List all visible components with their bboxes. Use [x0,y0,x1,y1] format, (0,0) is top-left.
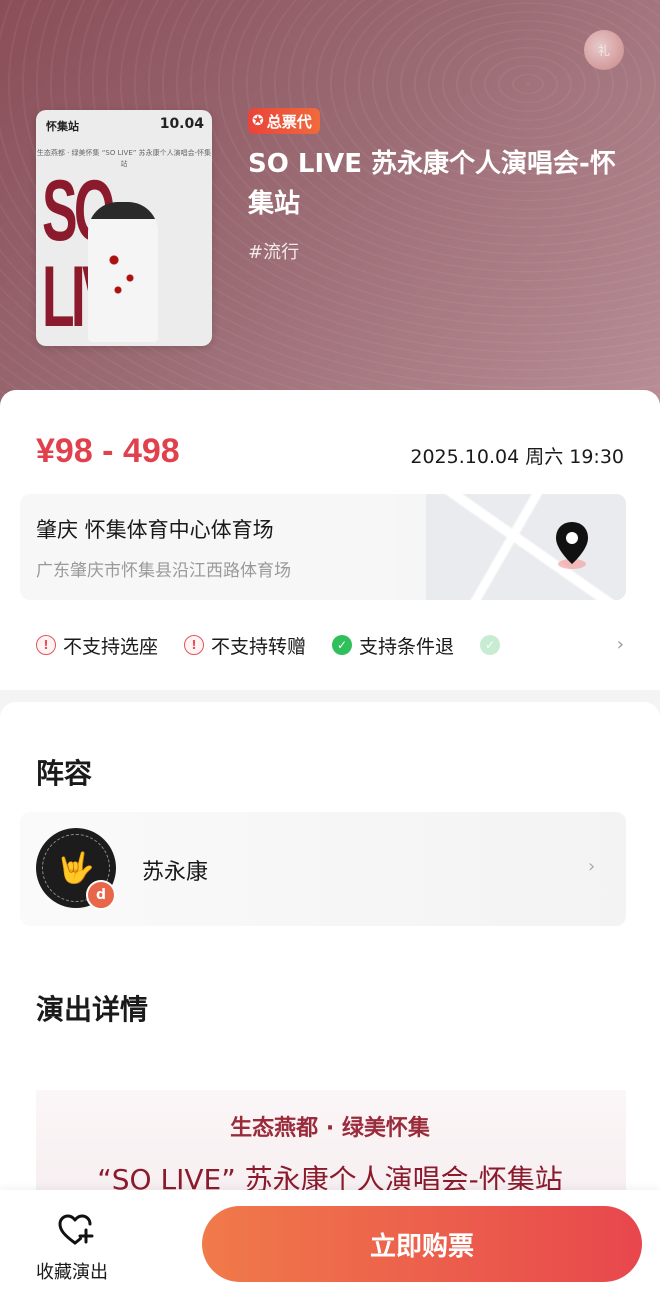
warning-icon: ! [36,635,56,655]
policy-no-transfer: ! 不支持转赠 [184,632,306,659]
artist-chevron-right-icon[interactable]: › [588,856,595,877]
buy-now-button[interactable]: 立即购票 [202,1206,642,1282]
venue-card[interactable] [20,494,626,600]
venue-map-thumbnail [426,494,626,600]
policy-more: ✓ [480,635,501,655]
policy-row[interactable]: ! 不支持选座 ! 不支持转赠 ✓ 支持条件退 ✓ [36,630,626,660]
venue-name: 肇庆 怀集体育中心体育场 [36,518,274,542]
policy-label: 支持条件退 [359,635,455,658]
badge-label: 总票代 [266,112,312,131]
policy-label: 不支持转赠 [211,635,307,658]
price-range: ¥98 - 498 [36,432,180,470]
details-title: 演出详情 [36,993,149,1026]
policy-conditional-refund: ✓ 支持条件退 [332,632,454,659]
heart-plus-icon[interactable] [58,1214,94,1246]
map-pin-icon[interactable] [552,520,592,572]
artist-verified-icon: d [86,880,116,910]
policy-no-seat-selection: ! 不支持选座 [36,632,158,659]
poster-figure [88,202,158,342]
poster-location: 怀集站 [46,120,79,133]
venue-address: 广东肇庆市怀集县沿江西路体育场 [36,561,291,581]
poster-date: 10.04 [159,116,204,132]
event-datetime: 2025.10.04 周六 19:30 [410,446,624,468]
artist-name: 苏永康 [142,860,209,885]
check-icon: ✓ [332,635,353,655]
check-icon: ✓ [480,635,501,655]
policy-chevron-right-icon[interactable]: › [617,634,624,655]
ticket-agent-badge: ✪ 总票代 [248,108,320,134]
badge-star-icon: ✪ [252,113,264,129]
event-title: SO LIVE 苏永康个人演唱会-怀集站 [248,149,616,219]
warning-icon: ! [184,635,205,655]
avatar-text: 礼 [597,43,610,58]
user-avatar[interactable]: 礼 [584,30,624,70]
genre-tag[interactable]: #流行 [248,238,299,264]
lineup-title: 阵容 [36,757,93,790]
detail-line1: 生态燕都 · 绿美怀集 [230,1116,430,1141]
event-poster[interactable]: 怀集站 10.04 生态燕都 · 绿美怀集 “SO LIVE” 苏永康个人演唱会… [36,110,212,346]
policy-label: 不支持选座 [63,635,159,658]
favorite-label[interactable]: 收藏演出 [36,1258,108,1284]
